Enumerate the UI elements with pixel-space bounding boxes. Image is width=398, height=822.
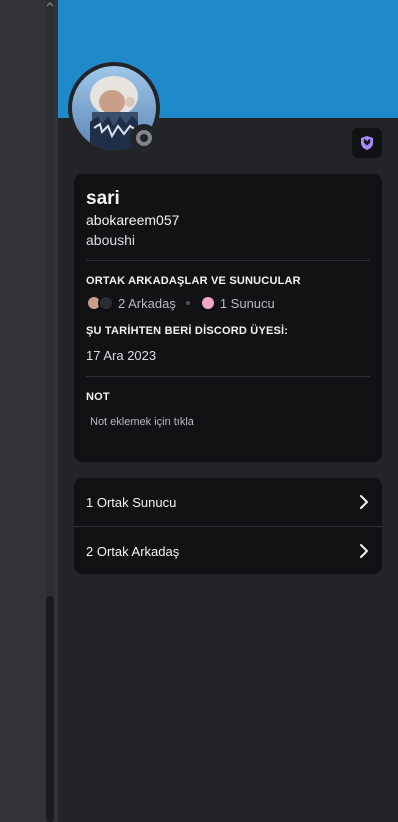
display-name: sari — [86, 188, 120, 209]
nitro-shield-icon — [361, 136, 373, 150]
member-since-title: ŞU TARİHTEN BERİ DİSCORD ÜYESİ: — [86, 325, 289, 337]
member-since-date: 17 Ara 2023 — [86, 348, 157, 363]
chat-scrollbar[interactable] — [46, 0, 54, 822]
nitro-badge[interactable] — [352, 128, 382, 158]
divider — [86, 260, 370, 261]
scroll-up-arrow-icon[interactable] — [46, 0, 54, 10]
mutual-friends-link[interactable]: 2 Ortak Arkadaş — [74, 527, 382, 575]
user-profile-panel: sari abokareem057 aboushi ORTAK ARKADAŞL… — [58, 0, 398, 822]
mutual-section-title: ORTAK ARKADAŞLAR VE SUNUCULAR — [86, 275, 301, 287]
friend-avatar — [98, 295, 114, 311]
note-input[interactable]: Not eklemek için tıkla — [90, 416, 194, 428]
chevron-right-icon — [360, 495, 368, 509]
note-title: NOT — [86, 391, 110, 403]
mutual-links-card: 1 Ortak Sunucu 2 Ortak Arkadaş — [74, 478, 382, 574]
offline-status-icon — [136, 130, 152, 146]
separator-dot — [185, 301, 190, 305]
mutual-servers-link-label: 1 Ortak Sunucu — [86, 494, 177, 510]
chat-scrollbar-thumb[interactable] — [46, 596, 54, 822]
mutual-servers-link[interactable]: 1 Ortak Sunucu — [74, 478, 382, 526]
status-indicator — [130, 124, 158, 152]
avatar-frame — [68, 62, 160, 154]
mutual-servers-count[interactable]: 1 Sunucu — [220, 296, 275, 311]
mutual-friends-link-label: 2 Ortak Arkadaş — [86, 543, 180, 559]
divider — [86, 376, 370, 377]
mutual-friends-avatars[interactable] — [86, 295, 114, 311]
chat-area-edge — [0, 0, 58, 822]
profile-info-card: sari abokareem057 aboushi ORTAK ARKADAŞL… — [74, 174, 382, 462]
pronoun-text: aboushi — [86, 232, 136, 248]
mutual-summary: 2 Arkadaş 1 Sunucu — [86, 294, 275, 312]
chevron-right-icon — [360, 544, 368, 558]
username[interactable]: abokareem057 — [86, 212, 179, 228]
mutual-friends-count[interactable]: 2 Arkadaş — [118, 296, 176, 311]
server-icon[interactable] — [199, 295, 216, 311]
